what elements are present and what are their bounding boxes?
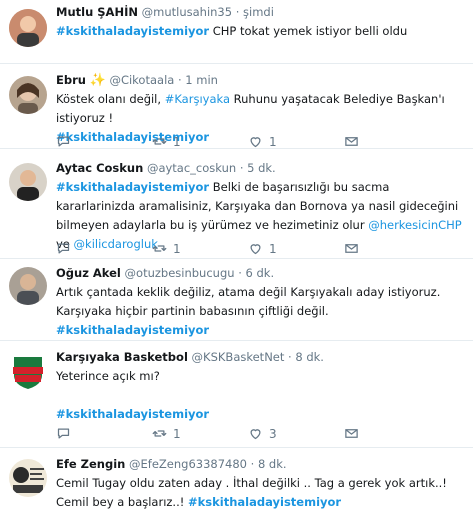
like-icon <box>250 429 261 440</box>
reply-icon <box>57 136 70 147</box>
direct-message-icon <box>345 137 358 146</box>
author-handle[interactable]: @KSKBasketNet <box>192 350 285 364</box>
timestamp[interactable]: şimdi <box>243 5 274 19</box>
hashtag-link[interactable]: #kskithaladayistemiyor <box>188 495 341 509</box>
mention-link[interactable]: @herkesicinCHP <box>368 218 462 232</box>
avatar[interactable] <box>9 267 47 305</box>
separator: · <box>238 266 242 280</box>
timestamp[interactable]: 5 dk. <box>247 161 276 175</box>
author-name[interactable]: Ebru <box>56 73 86 87</box>
timestamp[interactable]: 6 dk. <box>246 266 275 280</box>
like-count: 1 <box>269 241 277 256</box>
retweet-button[interactable]: 1 <box>152 241 248 256</box>
author-handle[interactable]: @EfeZeng63387480 <box>129 457 247 471</box>
author-name[interactable]: Karşıyaka Basketbol <box>56 350 188 364</box>
author-name[interactable]: Oğuz Akel <box>56 266 121 280</box>
tweet[interactable]: Aytac Coskun @aytac_coskun · 5 dk. #kski… <box>0 149 473 259</box>
direct-message-button[interactable] <box>344 241 359 256</box>
author-handle[interactable]: @Cikotaala <box>109 73 174 87</box>
reply-icon <box>57 243 70 254</box>
avatar[interactable] <box>9 163 47 201</box>
sparkles-icon: ✨ <box>89 73 106 88</box>
timestamp[interactable]: 1 min <box>185 73 218 87</box>
tweet[interactable]: Ebru ✨ @Cikotaala · 1 min Köstek olanı d… <box>0 64 473 149</box>
tweet-text: Yeterince açık mı? <box>56 367 465 386</box>
timestamp[interactable]: 8 dk. <box>295 350 324 364</box>
tweet-text: Cemil Tugay oldu zaten aday . İthal deği… <box>56 474 465 512</box>
tweet[interactable]: Oğuz Akel @otuzbesinbucugu · 6 dk. Artık… <box>0 259 473 341</box>
retweet-count: 1 <box>173 134 181 149</box>
tweet-text-body: Artık çantada keklik değiliz, atama deği… <box>56 285 441 318</box>
direct-message-icon <box>345 244 358 253</box>
direct-message-icon <box>345 429 358 438</box>
avatar[interactable] <box>9 9 47 47</box>
tweet[interactable]: Efe Zengin @EfeZeng63387480 · 8 dk. Cemi… <box>0 448 473 519</box>
like-button[interactable]: 1 <box>248 241 344 256</box>
author-name[interactable]: Mutlu ŞAHİN <box>56 5 138 19</box>
author-handle[interactable]: @aytac_coskun <box>147 161 236 175</box>
timestamp[interactable]: 8 dk. <box>258 457 287 471</box>
tweet-text: #kskithaladayistemiyor <box>56 405 465 424</box>
like-icon <box>250 244 261 255</box>
like-button[interactable]: 3 <box>248 426 344 441</box>
retweet-button[interactable]: 1 <box>152 426 248 441</box>
hashtag-link[interactable]: #kskithaladayistemiyor <box>56 24 209 38</box>
separator: · <box>239 161 244 175</box>
reply-button[interactable] <box>56 241 152 256</box>
tweet-text-body: CHP tokat yemek istiyor belli oldu <box>209 24 408 38</box>
tweet-actions: 1 1 <box>56 241 359 256</box>
like-count: 1 <box>269 134 277 149</box>
separator: · <box>177 73 182 87</box>
tweet-actions: 1 3 <box>56 426 359 441</box>
avatar[interactable] <box>9 459 47 497</box>
direct-message-button[interactable] <box>344 426 359 441</box>
hashtag-link[interactable]: #kskithaladayistemiyor <box>56 323 209 337</box>
author-name[interactable]: Aytac Coskun <box>56 161 143 175</box>
retweet-count: 1 <box>173 426 181 441</box>
reply-button[interactable] <box>56 134 152 149</box>
retweet-icon <box>152 138 167 145</box>
tweet-feed: Mutlu ŞAHİN @mutlusahin35 · şimdi #kskit… <box>0 0 473 519</box>
separator: · <box>235 5 240 19</box>
like-icon <box>250 137 261 148</box>
hashtag-link[interactable]: #kskithaladayistemiyor <box>56 407 209 421</box>
hashtag-link[interactable]: #Karşıyaka <box>165 92 230 106</box>
reply-button[interactable] <box>56 426 152 441</box>
direct-message-button[interactable] <box>344 134 359 149</box>
tweet[interactable]: Karşıyaka Basketbol @KSKBasketNet · 8 dk… <box>0 341 473 448</box>
like-count: 3 <box>269 426 277 441</box>
hashtag-link[interactable]: #kskithaladayistemiyor <box>56 180 209 194</box>
author-handle[interactable]: @otuzbesinbucugu <box>125 266 235 280</box>
tweet-actions: 1 1 <box>56 134 359 149</box>
tweet-text-body: Yeterince açık mı? <box>56 369 160 383</box>
tweet[interactable]: Mutlu ŞAHİN @mutlusahin35 · şimdi #kskit… <box>0 0 473 64</box>
like-button[interactable]: 1 <box>248 134 344 149</box>
tweet-text-body: Köstek olanı değil, <box>56 92 165 106</box>
avatar[interactable] <box>9 76 47 114</box>
retweet-icon <box>152 245 167 252</box>
separator: · <box>250 457 255 471</box>
retweet-count: 1 <box>173 241 181 256</box>
tweet-text: Artık çantada keklik değiliz, atama deği… <box>56 283 465 340</box>
reply-icon <box>57 428 70 439</box>
avatar[interactable] <box>9 353 47 391</box>
author-name[interactable]: Efe Zengin <box>56 457 125 471</box>
tweet-text: #kskithaladayistemiyor CHP tokat yemek i… <box>56 22 465 41</box>
retweet-button[interactable]: 1 <box>152 134 248 149</box>
retweet-icon <box>152 430 167 437</box>
author-handle[interactable]: @mutlusahin35 <box>142 5 232 19</box>
separator: · <box>288 350 292 364</box>
